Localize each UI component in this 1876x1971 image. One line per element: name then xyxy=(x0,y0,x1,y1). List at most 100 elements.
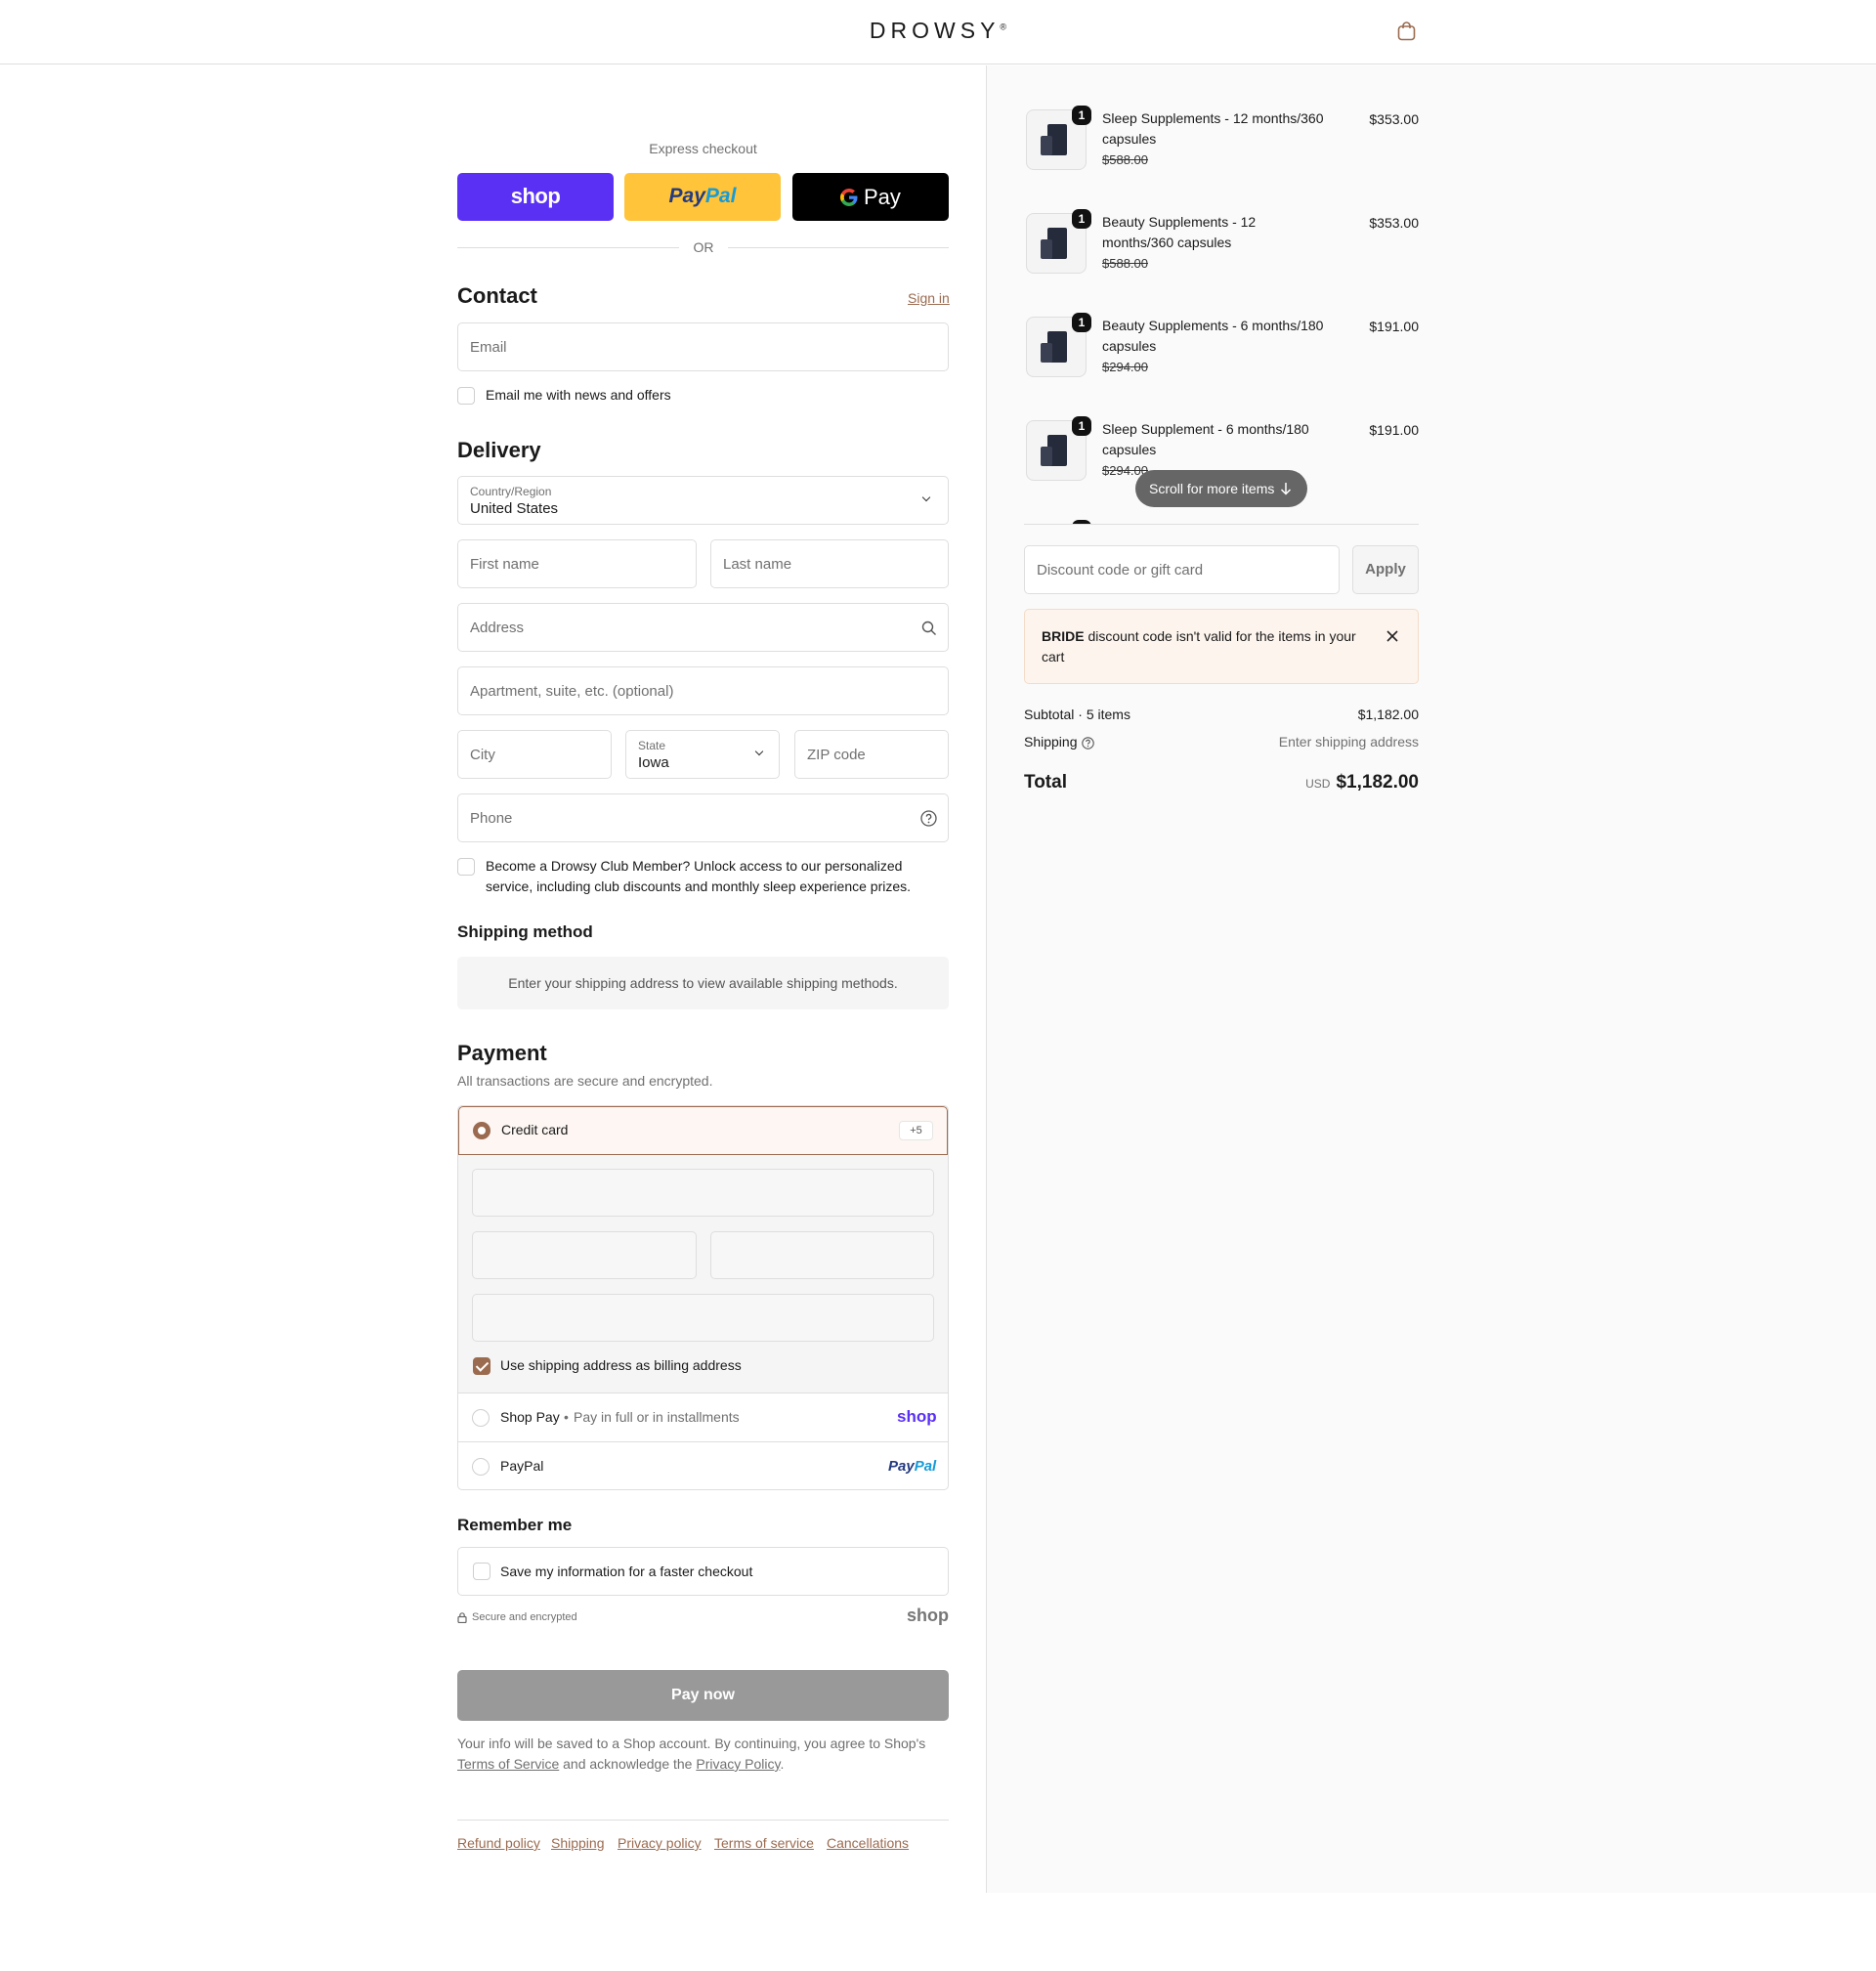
shipping-method-title: Shipping method xyxy=(457,922,593,941)
country-select[interactable]: Country/Region United States xyxy=(457,476,949,525)
quantity-badge: 1 xyxy=(1072,209,1091,229)
phone-placeholder: Phone xyxy=(470,810,513,827)
address-field[interactable]: Address xyxy=(457,603,949,652)
billing-address-checkbox[interactable] xyxy=(473,1357,490,1375)
product-price: $191.00 xyxy=(1369,422,1419,438)
refund-policy-link[interactable]: Refund policy xyxy=(457,1835,540,1851)
shop-pay-option[interactable]: Shop Pay • Pay in full or in installment… xyxy=(458,1393,948,1441)
phone-field[interactable]: Phone xyxy=(457,793,949,842)
shop-pay-label: Shop Pay xyxy=(500,1409,560,1425)
delivery-title: Delivery xyxy=(457,438,541,462)
last-name-field[interactable]: Last name xyxy=(710,539,949,588)
product-price: $353.00 xyxy=(1369,111,1419,127)
payment-subtitle: All transactions are secure and encrypte… xyxy=(457,1073,713,1089)
secure-encrypted-label: Secure and encrypted xyxy=(472,1611,577,1623)
contact-title: Contact xyxy=(457,283,537,308)
shop-privacy-link[interactable]: Privacy Policy xyxy=(696,1756,780,1772)
zip-field[interactable]: ZIP code xyxy=(794,730,949,779)
brand-logo[interactable]: DROWSY® xyxy=(0,18,1876,44)
terms-of-service-link[interactable]: Terms of service xyxy=(714,1835,814,1851)
help-icon[interactable] xyxy=(920,810,937,827)
shop-terms-link[interactable]: Terms of Service xyxy=(457,1756,559,1772)
card-number-field[interactable] xyxy=(472,1169,934,1217)
paypal-radio[interactable] xyxy=(472,1458,490,1476)
legal-text-part-2: and acknowledge the xyxy=(563,1756,693,1772)
discount-code-field[interactable]: Discount code or gift card xyxy=(1024,545,1340,594)
discount-error-text: discount code isn't valid for the items … xyxy=(1042,628,1356,664)
divider-left xyxy=(457,247,679,248)
credit-card-form: Use shipping address as billing address xyxy=(458,1155,948,1393)
news-checkbox[interactable] xyxy=(457,387,475,405)
lock-icon xyxy=(457,1612,467,1623)
google-g-icon xyxy=(840,189,858,206)
close-icon[interactable] xyxy=(1386,630,1398,642)
footer-divider xyxy=(457,1820,949,1821)
chevron-down-icon xyxy=(754,747,764,756)
shop-pay-sublabel: Pay in full or in installments xyxy=(574,1409,740,1425)
credit-card-option[interactable]: Credit card +5 xyxy=(458,1106,948,1155)
shop-logo: shop xyxy=(907,1606,949,1625)
paypal-option[interactable]: PayPal PayPal xyxy=(458,1441,948,1489)
paypal-logo: PayPal xyxy=(888,1458,937,1475)
credit-card-radio[interactable] xyxy=(473,1122,490,1139)
shop-pay-radio[interactable] xyxy=(472,1409,490,1427)
club-member-label: Become a Drowsy Club Member? Unlock acce… xyxy=(486,858,912,894)
save-info-label: Save my information for a faster checkou… xyxy=(500,1564,753,1579)
first-name-field[interactable]: First name xyxy=(457,539,697,588)
remember-me-box[interactable]: Save my information for a faster checkou… xyxy=(457,1547,949,1596)
news-checkbox-label: Email me with news and offers xyxy=(486,387,671,403)
product-name: Beauty Supplements - 6 months/180 capsul… xyxy=(1102,318,1324,354)
discount-error-banner: BRIDE discount code isn't valid for the … xyxy=(1024,609,1419,684)
privacy-policy-link[interactable]: Privacy policy xyxy=(618,1835,702,1851)
total-label: Total xyxy=(1024,772,1067,793)
save-info-checkbox[interactable] xyxy=(473,1563,490,1580)
security-code-field[interactable] xyxy=(710,1231,934,1279)
scroll-for-more-button[interactable]: Scroll for more items xyxy=(1135,470,1307,507)
cancellations-link[interactable]: Cancellations xyxy=(827,1835,909,1851)
payment-methods: Credit card +5 Use shipping address as b… xyxy=(457,1105,949,1490)
product-price: $353.00 xyxy=(1369,215,1419,231)
paypal-button[interactable]: PayPal xyxy=(624,173,781,221)
help-icon[interactable] xyxy=(1082,737,1094,750)
apartment-placeholder: Apartment, suite, etc. (optional) xyxy=(470,683,674,700)
pay-now-button[interactable]: Pay now xyxy=(457,1670,949,1721)
state-label: State xyxy=(638,739,666,752)
arrow-down-icon xyxy=(1280,483,1292,495)
expiration-field[interactable] xyxy=(472,1231,697,1279)
sign-in-link[interactable]: Sign in xyxy=(908,290,950,306)
paypal-label: PayPal xyxy=(500,1458,544,1474)
shipping-value: Enter shipping address xyxy=(1278,734,1419,750)
credit-card-label: Credit card xyxy=(501,1122,569,1137)
legal-text-part-1: Your info will be saved to a Shop accoun… xyxy=(457,1735,926,1751)
shopping-bag-icon[interactable] xyxy=(1397,21,1416,41)
state-value: Iowa xyxy=(638,754,669,771)
product-original-price: $294.00 xyxy=(1102,360,1148,374)
apartment-field[interactable]: Apartment, suite, etc. (optional) xyxy=(457,666,949,715)
divider-right xyxy=(728,247,949,248)
apply-discount-button[interactable]: Apply xyxy=(1352,545,1419,594)
header: DROWSY® xyxy=(0,0,1876,64)
zip-placeholder: ZIP code xyxy=(807,747,866,763)
discount-placeholder: Discount code or gift card xyxy=(1037,562,1204,578)
last-name-placeholder: Last name xyxy=(723,556,792,573)
chevron-down-icon xyxy=(921,493,931,502)
state-select[interactable]: State Iowa xyxy=(625,730,780,779)
shipping-method-placeholder: Enter your shipping address to view avai… xyxy=(457,957,949,1009)
product-name: Sleep Supplements - 12 months/360 capsul… xyxy=(1102,110,1324,147)
legal-text-part-3: . xyxy=(780,1756,785,1772)
total-value: $1,182.00 xyxy=(1336,772,1419,793)
shop-pay-button[interactable]: shop xyxy=(457,173,614,221)
google-pay-button[interactable]: Pay xyxy=(792,173,949,221)
city-field[interactable]: City xyxy=(457,730,612,779)
club-member-checkbox[interactable] xyxy=(457,858,475,876)
cart-items-list[interactable]: 1 Sleep Supplements - 12 months/360 caps… xyxy=(1024,98,1419,524)
payment-title: Payment xyxy=(457,1041,547,1065)
discount-error-message: BRIDE discount code isn't valid for the … xyxy=(1042,626,1359,667)
email-field[interactable]: Email xyxy=(457,322,949,371)
quantity-badge: 1 xyxy=(1072,106,1091,125)
total-amount: USD $1,182.00 xyxy=(1223,772,1419,793)
shipping-policy-link[interactable]: Shipping xyxy=(551,1835,605,1851)
quantity-badge: 1 xyxy=(1072,313,1091,332)
name-on-card-field[interactable] xyxy=(472,1294,934,1342)
remember-me-title: Remember me xyxy=(457,1516,573,1534)
